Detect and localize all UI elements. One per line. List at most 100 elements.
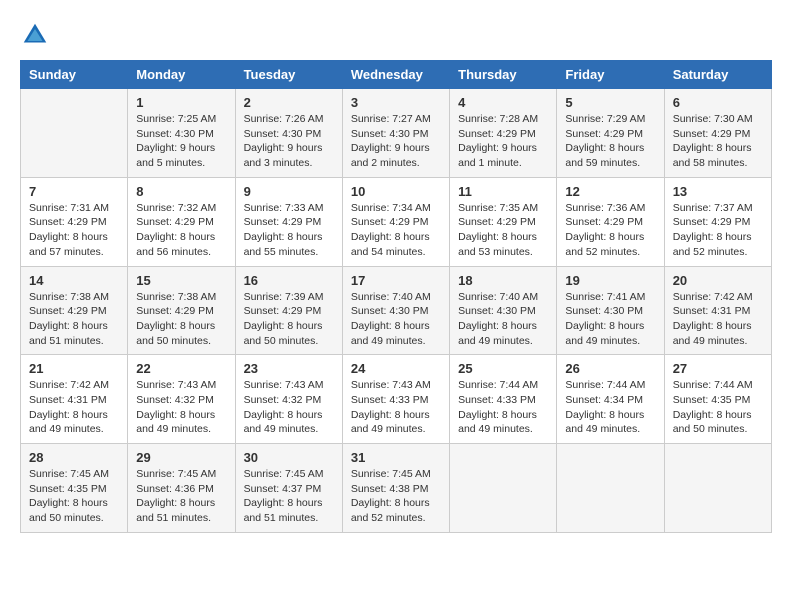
calendar-cell: 24Sunrise: 7:43 AMSunset: 4:33 PMDayligh… [342,355,449,444]
calendar-cell: 8 Sunrise: 7:32 AMSunset: 4:29 PMDaylight… [128,177,235,266]
calendar-cell: 11 Sunrise: 7:35 AMSunset: 4:29 PMDayligh… [450,177,557,266]
calendar-cell: 2 Sunrise: 7:26 AMSunset: 4:30 PMDaylight… [235,89,342,178]
day-number: 14 [29,273,119,288]
day-number: 23 [244,361,334,376]
day-info: Sunrise: 7:41 AMSunset: 4:30 PMDaylight:… [565,290,655,349]
week-row-1: 1Sunrise: 7:25 AMSunset: 4:30 PMDaylight… [21,89,772,178]
day-info: Sunrise: 7:44 AMSunset: 4:34 PMDaylight:… [565,378,655,437]
day-number: 13 [673,184,763,199]
day-info: Sunrise: 7:35 AMSunset: 4:29 PMDaylight:… [458,201,548,260]
day-info: Sunrise: 7:33 AMSunset: 4:29 PMDaylight:… [244,201,334,260]
day-number: 5 [565,95,655,110]
week-row-3: 14 Sunrise: 7:38 AMSunset: 4:29 PMDayligh… [21,266,772,355]
calendar-cell: 14Sunrise: 7:38 AMSunset: 4:29 PMDayligh… [21,266,128,355]
calendar-cell: 29 Sunrise: 7:45 AMSunset: 4:36 PMDayligh… [128,444,235,533]
calendar-cell: 9 Sunrise: 7:33 AMSunset: 4:29 PMDaylight… [235,177,342,266]
day-info: Sunrise: 7:44 AMSunset: 4:35 PMDaylight:… [673,378,763,437]
day-number: 6 [673,95,763,110]
calendar-cell: 20 Sunrise: 7:42 AMSunset: 4:31 PMDayligh… [664,266,771,355]
calendar-cell: 7 Sunrise: 7:31 AMSunset: 4:29 PMDaylight… [21,177,128,266]
day-info: Sunrise: 7:26 AMSunset: 4:30 PMDaylight:… [244,112,334,171]
week-row-2: 7 Sunrise: 7:31 AMSunset: 4:29 PMDaylight… [21,177,772,266]
header-row: SundayMondayTuesdayWednesdayThursdayFrid… [21,61,772,89]
header-tuesday: Tuesday [235,61,342,89]
day-number: 31 [351,450,441,465]
day-info: Sunrise: 7:45 AMSunset: 4:37 PMDaylight:… [244,467,334,526]
calendar-cell: 1Sunrise: 7:25 AMSunset: 4:30 PMDaylight… [128,89,235,178]
day-info: Sunrise: 7:43 AMSunset: 4:33 PMDaylight:… [351,378,441,437]
day-info: Sunrise: 7:32 AMSunset: 4:29 PMDaylight:… [136,201,226,260]
day-number: 16 [244,273,334,288]
calendar-cell: 28 Sunrise: 7:45 AMSunset: 4:35 PMDayligh… [21,444,128,533]
day-info: Sunrise: 7:38 AMSunset: 4:29 PMDaylight:… [136,290,226,349]
calendar-cell: 22 Sunrise: 7:43 AMSunset: 4:32 PMDayligh… [128,355,235,444]
header-wednesday: Wednesday [342,61,449,89]
day-number: 11 [458,184,548,199]
calendar-cell: 15 Sunrise: 7:38 AMSunset: 4:29 PMDayligh… [128,266,235,355]
day-number: 19 [565,273,655,288]
day-info: Sunrise: 7:36 AMSunset: 4:29 PMDaylight:… [565,201,655,260]
calendar-cell: 12 Sunrise: 7:36 AMSunset: 4:29 PMDayligh… [557,177,664,266]
day-info: Sunrise: 7:30 AMSunset: 4:29 PMDaylight:… [673,112,763,171]
day-number: 22 [136,361,226,376]
calendar-cell: 27 Sunrise: 7:44 AMSunset: 4:35 PMDayligh… [664,355,771,444]
day-number: 4 [458,95,548,110]
day-number: 20 [673,273,763,288]
calendar-header: SundayMondayTuesdayWednesdayThursdayFrid… [21,61,772,89]
day-number: 9 [244,184,334,199]
header-sunday: Sunday [21,61,128,89]
day-info: Sunrise: 7:37 AMSunset: 4:29 PMDaylight:… [673,201,763,260]
header-friday: Friday [557,61,664,89]
calendar-cell: 16 Sunrise: 7:39 AMSunset: 4:29 PMDayligh… [235,266,342,355]
day-info: Sunrise: 7:45 AMSunset: 4:38 PMDaylight:… [351,467,441,526]
header-monday: Monday [128,61,235,89]
page-header [20,20,772,50]
calendar-body: 1Sunrise: 7:25 AMSunset: 4:30 PMDaylight… [21,89,772,533]
logo-icon [20,20,50,50]
day-info: Sunrise: 7:45 AMSunset: 4:36 PMDaylight:… [136,467,226,526]
day-info: Sunrise: 7:44 AMSunset: 4:33 PMDaylight:… [458,378,548,437]
day-info: Sunrise: 7:27 AMSunset: 4:30 PMDaylight:… [351,112,441,171]
calendar-cell: 17 Sunrise: 7:40 AMSunset: 4:30 PMDayligh… [342,266,449,355]
calendar-cell: 18 Sunrise: 7:40 AMSunset: 4:30 PMDayligh… [450,266,557,355]
calendar-cell: 5 Sunrise: 7:29 AMSunset: 4:29 PMDaylight… [557,89,664,178]
day-info: Sunrise: 7:42 AMSunset: 4:31 PMDaylight:… [673,290,763,349]
week-row-5: 28 Sunrise: 7:45 AMSunset: 4:35 PMDayligh… [21,444,772,533]
day-info: Sunrise: 7:29 AMSunset: 4:29 PMDaylight:… [565,112,655,171]
day-info: Sunrise: 7:25 AMSunset: 4:30 PMDaylight:… [136,112,226,171]
day-number: 8 [136,184,226,199]
day-number: 27 [673,361,763,376]
calendar-cell: 13 Sunrise: 7:37 AMSunset: 4:29 PMDayligh… [664,177,771,266]
day-number: 17 [351,273,441,288]
day-number: 26 [565,361,655,376]
day-number: 2 [244,95,334,110]
day-number: 30 [244,450,334,465]
day-info: Sunrise: 7:40 AMSunset: 4:30 PMDaylight:… [458,290,548,349]
day-info: Sunrise: 7:42 AMSunset: 4:31 PMDaylight:… [29,378,119,437]
day-number: 3 [351,95,441,110]
day-info: Sunrise: 7:28 AMSunset: 4:29 PMDaylight:… [458,112,548,171]
day-info: Sunrise: 7:45 AMSunset: 4:35 PMDaylight:… [29,467,119,526]
calendar-cell: 26 Sunrise: 7:44 AMSunset: 4:34 PMDayligh… [557,355,664,444]
day-number: 15 [136,273,226,288]
day-number: 12 [565,184,655,199]
day-number: 28 [29,450,119,465]
day-info: Sunrise: 7:43 AMSunset: 4:32 PMDaylight:… [244,378,334,437]
calendar-table: SundayMondayTuesdayWednesdayThursdayFrid… [20,60,772,533]
calendar-cell: 4 Sunrise: 7:28 AMSunset: 4:29 PMDaylight… [450,89,557,178]
day-number: 29 [136,450,226,465]
calendar-cell: 19 Sunrise: 7:41 AMSunset: 4:30 PMDayligh… [557,266,664,355]
day-info: Sunrise: 7:40 AMSunset: 4:30 PMDaylight:… [351,290,441,349]
day-info: Sunrise: 7:34 AMSunset: 4:29 PMDaylight:… [351,201,441,260]
logo [20,20,54,50]
day-info: Sunrise: 7:31 AMSunset: 4:29 PMDaylight:… [29,201,119,260]
day-number: 18 [458,273,548,288]
day-info: Sunrise: 7:39 AMSunset: 4:29 PMDaylight:… [244,290,334,349]
day-number: 21 [29,361,119,376]
day-number: 7 [29,184,119,199]
calendar-cell: 6 Sunrise: 7:30 AMSunset: 4:29 PMDaylight… [664,89,771,178]
calendar-cell: 10Sunrise: 7:34 AMSunset: 4:29 PMDayligh… [342,177,449,266]
calendar-cell [664,444,771,533]
calendar-cell [21,89,128,178]
day-info: Sunrise: 7:43 AMSunset: 4:32 PMDaylight:… [136,378,226,437]
